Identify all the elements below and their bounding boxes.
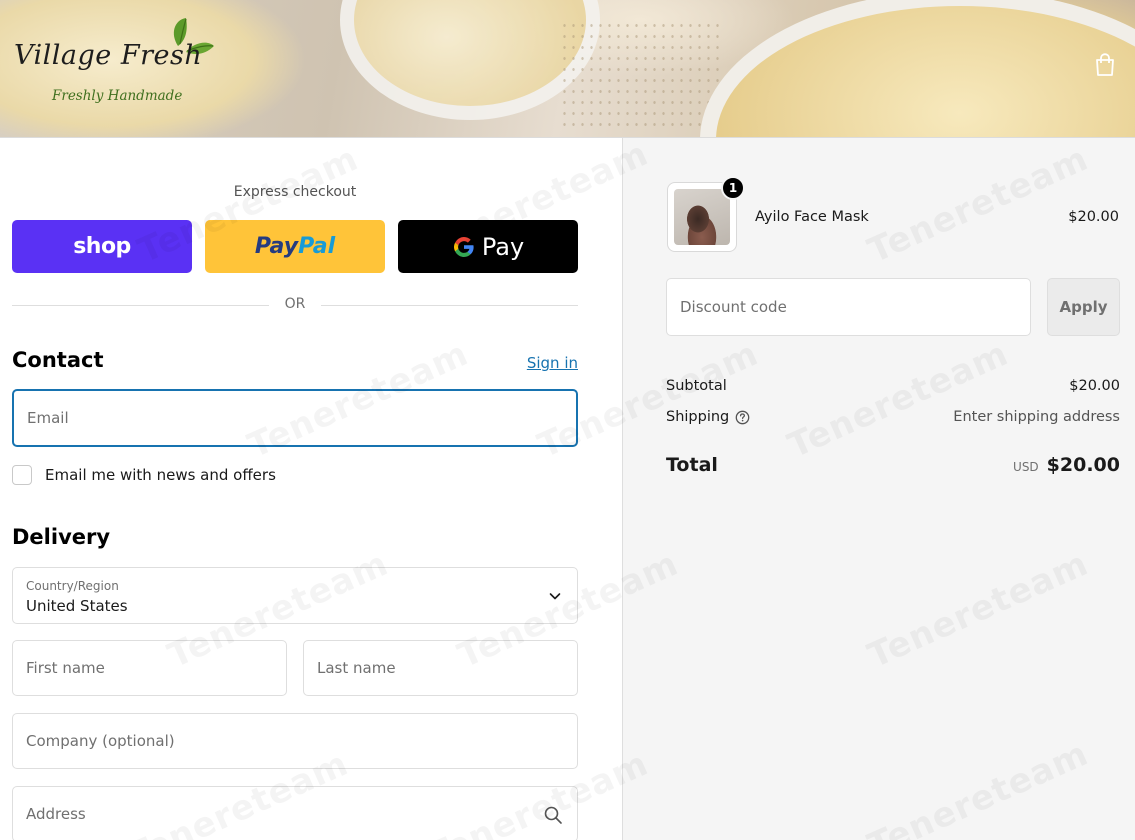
shop-pay-label: shop [73, 234, 131, 259]
shipping-label-wrap: Shipping [666, 409, 750, 425]
total-amount: $20.00 [1046, 454, 1120, 476]
currency-code: USD [1013, 460, 1039, 474]
or-text: OR [284, 296, 306, 312]
country-value: United States [26, 597, 128, 615]
last-name-field[interactable] [303, 640, 578, 696]
or-divider: OR [12, 296, 578, 316]
shop-pay-button[interactable]: shop [12, 220, 192, 273]
discount-code-field[interactable] [666, 278, 1031, 336]
shopping-bag-icon [1096, 53, 1114, 76]
email-input[interactable] [14, 391, 576, 445]
company-field[interactable] [12, 713, 578, 769]
shipping-value: Enter shipping address [953, 409, 1120, 425]
express-checkout-label: Express checkout [233, 184, 357, 200]
order-summary-panel: 1 Ayilo Face Mask $20.00 Apply Subtotal … [622, 138, 1135, 840]
cart-button[interactable] [1090, 50, 1120, 80]
question-circle-icon[interactable] [735, 410, 750, 425]
newsletter-option[interactable]: Email me with news and offers [12, 464, 276, 486]
brand-tagline: Freshly Handmade [52, 88, 183, 104]
delivery-heading: Delivery [12, 525, 111, 549]
or-line-right [321, 305, 578, 306]
shipping-label: Shipping [666, 409, 730, 425]
paypal-label-part2: Pal [298, 234, 336, 259]
first-name-input[interactable] [13, 641, 286, 695]
sign-in-link[interactable]: Sign in [527, 354, 578, 372]
address-input[interactable] [13, 787, 577, 840]
google-g-icon [453, 236, 474, 257]
product-name: Ayilo Face Mask [755, 209, 869, 225]
product-image [674, 189, 730, 245]
subtotal-value: $20.00 [1069, 378, 1120, 394]
banner-bowl-right [700, 0, 1135, 137]
newsletter-checkbox[interactable] [12, 465, 32, 485]
country-label: Country/Region [26, 579, 119, 593]
total-value-wrap: USD $20.00 [1013, 454, 1120, 476]
search-icon[interactable] [543, 805, 563, 825]
chevron-down-icon [549, 593, 561, 600]
total-row: Total USD $20.00 [666, 454, 1120, 484]
google-pay-button[interactable]: Pay [398, 220, 578, 273]
address-field[interactable] [12, 786, 578, 840]
total-label: Total [666, 454, 718, 476]
last-name-input[interactable] [304, 641, 577, 695]
brand-logo[interactable]: Village Fresh Freshly Handmade [14, 16, 214, 108]
product-price: $20.00 [1068, 209, 1119, 225]
newsletter-label[interactable]: Email me with news and offers [45, 466, 276, 484]
paypal-button[interactable]: Pay Pal [205, 220, 385, 273]
paypal-label-part1: Pay [254, 234, 299, 259]
brand-name: Village Fresh [14, 40, 203, 71]
header-banner: Village Fresh Freshly Handmade [0, 0, 1135, 138]
subtotal-label: Subtotal [666, 378, 727, 394]
discount-code-input[interactable] [667, 279, 1030, 335]
company-input[interactable] [13, 714, 577, 768]
contact-heading: Contact [12, 348, 104, 372]
banner-speckles [560, 20, 720, 130]
first-name-field[interactable] [12, 640, 287, 696]
country-select[interactable]: Country/Region United States [12, 567, 578, 624]
quantity-badge: 1 [721, 176, 745, 200]
email-field[interactable] [12, 389, 578, 447]
google-pay-label: Pay [481, 232, 525, 261]
apply-discount-button[interactable]: Apply [1047, 278, 1120, 336]
